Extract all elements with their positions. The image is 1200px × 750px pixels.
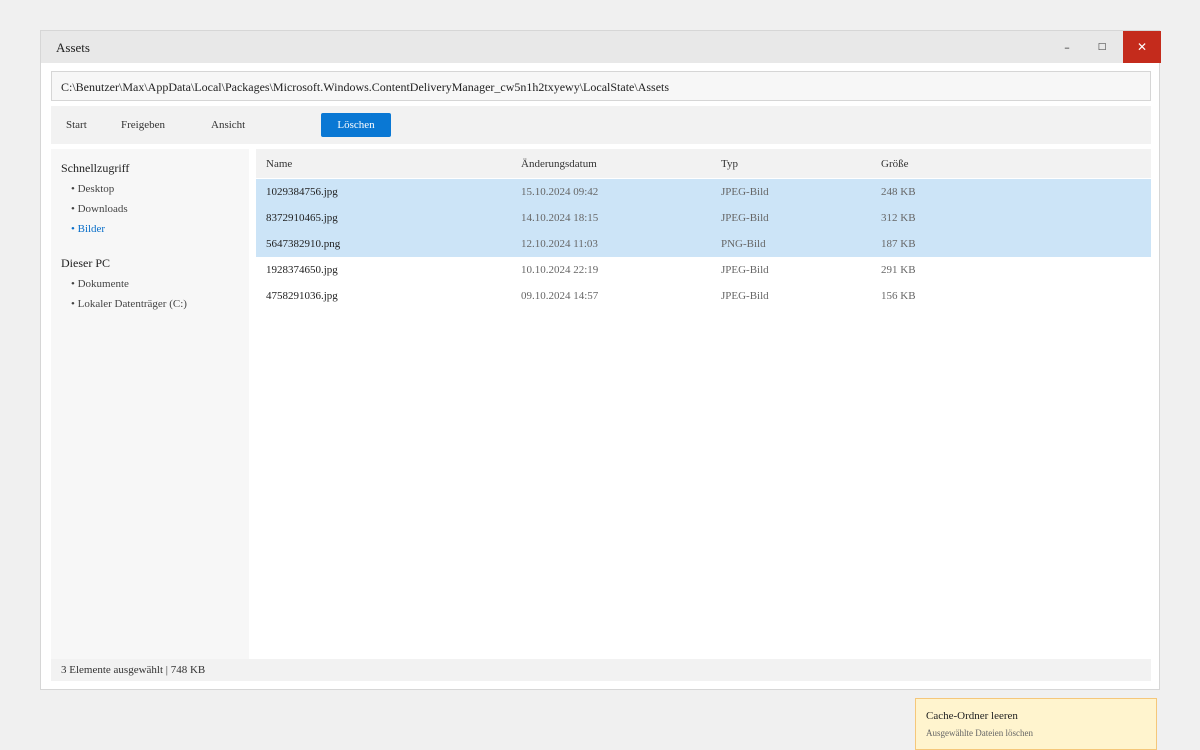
navigation-pane: Schnellzugriff • Desktop • Downloads • B… — [51, 149, 249, 659]
file-date: 10.10.2024 22:19 — [521, 264, 599, 276]
close-button[interactable]: ✕ — [1123, 31, 1161, 63]
file-row[interactable]: 1029384756.jpg 15.10.2024 09:42 JPEG-Bil… — [256, 179, 1151, 205]
tooltip-title: Cache-Ordner leeren — [926, 710, 1018, 722]
title-bar[interactable]: Assets – □ ✕ — [41, 31, 1161, 63]
tooltip-subtitle: Ausgewählte Dateien löschen — [926, 728, 1033, 738]
file-date: 14.10.2024 18:15 — [521, 212, 599, 224]
file-name: 1029384756.jpg — [266, 186, 338, 198]
column-header-row: Name Änderungsdatum Typ Größe — [256, 149, 1151, 178]
file-row[interactable]: 8372910465.jpg 14.10.2024 18:15 JPEG-Bil… — [256, 205, 1151, 231]
file-name: 8372910465.jpg — [266, 212, 338, 224]
file-size: 248 KB — [881, 186, 916, 198]
status-bar: 3 Elemente ausgewählt | 748 KB — [51, 659, 1151, 681]
sidebar-item-desktop[interactable]: • Desktop — [71, 183, 114, 195]
quick-access-heading[interactable]: Schnellzugriff — [61, 161, 129, 176]
this-pc-heading[interactable]: Dieser PC — [61, 256, 110, 271]
sidebar-item-pictures[interactable]: • Bilder — [71, 223, 105, 235]
file-type: JPEG-Bild — [721, 186, 769, 198]
ribbon-toolbar: Start Freigeben Ansicht Löschen — [51, 106, 1151, 144]
minimize-button[interactable]: – — [1048, 31, 1086, 63]
file-row[interactable]: 5647382910.png 12.10.2024 11:03 PNG-Bild… — [256, 231, 1151, 257]
file-date: 09.10.2024 14:57 — [521, 290, 599, 302]
delete-button[interactable]: Löschen — [321, 113, 391, 137]
file-name: 4758291036.jpg — [266, 290, 338, 302]
file-size: 187 KB — [881, 238, 916, 250]
file-size: 291 KB — [881, 264, 916, 276]
column-header-type[interactable]: Typ — [721, 158, 738, 170]
file-size: 312 KB — [881, 212, 916, 224]
file-date: 12.10.2024 11:03 — [521, 238, 598, 250]
column-header-name[interactable]: Name — [266, 158, 292, 170]
status-text: 3 Elemente ausgewählt | 748 KB — [61, 664, 206, 676]
address-bar[interactable]: C:\Benutzer\Max\AppData\Local\Packages\M… — [51, 71, 1151, 101]
column-header-size[interactable]: Größe — [881, 158, 909, 170]
file-date: 15.10.2024 09:42 — [521, 186, 599, 198]
file-name: 1928374650.jpg — [266, 264, 338, 276]
file-type: JPEG-Bild — [721, 264, 769, 276]
tooltip: Cache-Ordner leeren Ausgewählte Dateien … — [915, 698, 1157, 750]
explorer-window: Assets – □ ✕ C:\Benutzer\Max\AppData\Loc… — [40, 30, 1161, 750]
window-title: Assets — [56, 40, 90, 55]
tab-start[interactable]: Start — [66, 119, 87, 131]
file-list: Name Änderungsdatum Typ Größe 1029384756… — [256, 149, 1157, 750]
file-size: 156 KB — [881, 290, 916, 302]
file-row[interactable]: 1928374650.jpg 10.10.2024 22:19 JPEG-Bil… — [256, 257, 1151, 283]
file-type: JPEG-Bild — [721, 212, 769, 224]
sidebar-item-local-disk[interactable]: • Lokaler Datenträger (C:) — [71, 298, 187, 310]
sidebar-item-downloads[interactable]: • Downloads — [71, 203, 128, 215]
address-path: C:\Benutzer\Max\AppData\Local\Packages\M… — [61, 80, 670, 94]
tab-view[interactable]: Ansicht — [211, 119, 245, 131]
sidebar-item-documents[interactable]: • Dokumente — [71, 278, 129, 290]
file-name: 5647382910.png — [266, 238, 341, 250]
file-row[interactable]: 4758291036.jpg 09.10.2024 14:57 JPEG-Bil… — [256, 283, 1151, 309]
maximize-icon: □ — [1097, 42, 1107, 52]
close-icon: ✕ — [1136, 40, 1148, 54]
maximize-button[interactable]: □ — [1083, 31, 1121, 63]
column-header-date[interactable]: Änderungsdatum — [521, 158, 597, 170]
tab-share[interactable]: Freigeben — [121, 119, 165, 131]
file-type: JPEG-Bild — [721, 290, 769, 302]
file-type: PNG-Bild — [721, 238, 766, 250]
minimize-icon: – — [1064, 40, 1070, 54]
